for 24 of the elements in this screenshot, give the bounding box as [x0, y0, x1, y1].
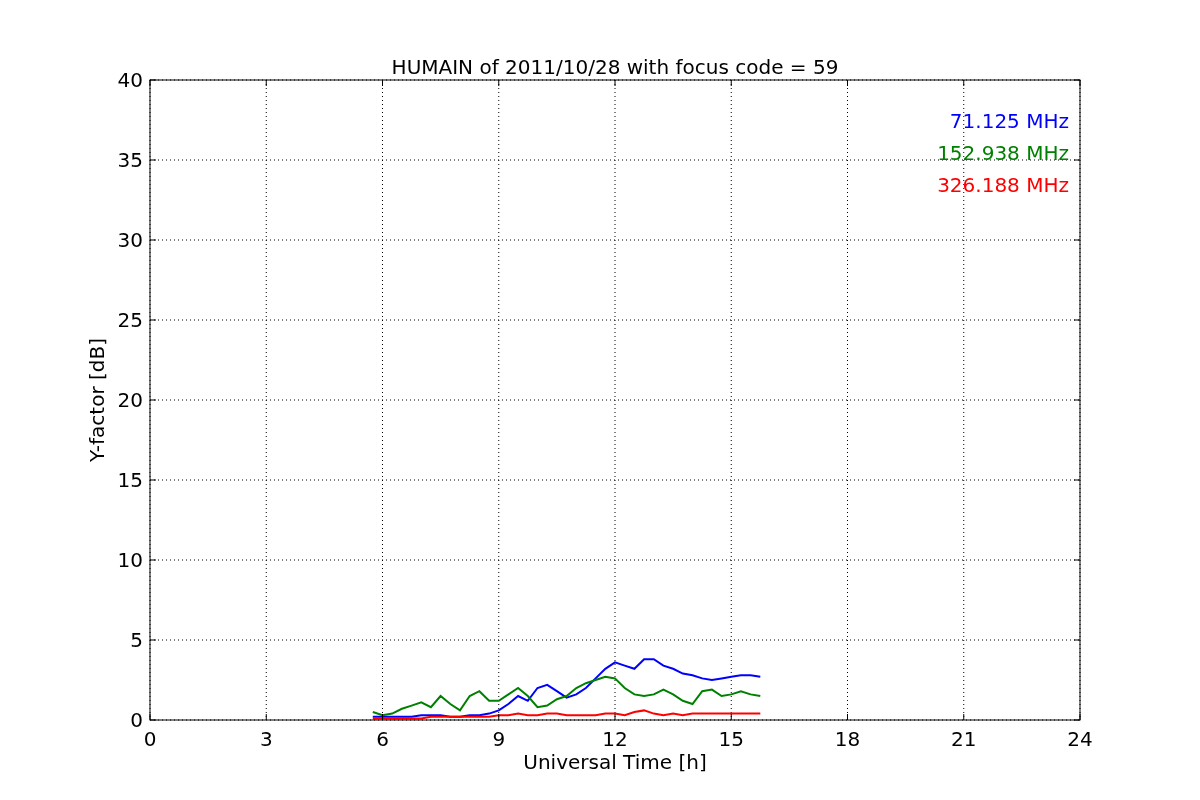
chart-title: HUMAIN of 2011/10/28 with focus code = 59 [391, 55, 839, 79]
tick-label: 15 [718, 727, 744, 751]
tick-label: 15 [117, 468, 143, 492]
legend-label: 71.125 MHz [949, 109, 1069, 133]
tick-label: 20 [117, 388, 143, 412]
legend-label: 152.938 MHz [937, 141, 1069, 165]
tick-label: 40 [117, 68, 143, 92]
tick-label: 10 [117, 548, 143, 572]
y-axis-label: Y-factor [dB] [85, 338, 109, 462]
tick-label: 21 [951, 727, 977, 751]
tick-label: 0 [130, 708, 143, 732]
tick-label: 9 [492, 727, 506, 751]
legend-label: 326.188 MHz [937, 173, 1069, 197]
tick-label: 3 [259, 727, 273, 751]
tick-label: 5 [130, 628, 143, 652]
tick-label: 35 [117, 148, 143, 172]
x-axis-label: Universal Time [h] [523, 750, 707, 774]
tick-label: 24 [1067, 727, 1093, 751]
tick-label: 25 [117, 308, 143, 332]
tick-label: 6 [376, 727, 389, 751]
tick-label: 0 [143, 727, 157, 751]
tick-label: 30 [117, 228, 143, 252]
tick-label: 12 [602, 727, 628, 751]
tick-label: 18 [834, 727, 861, 751]
